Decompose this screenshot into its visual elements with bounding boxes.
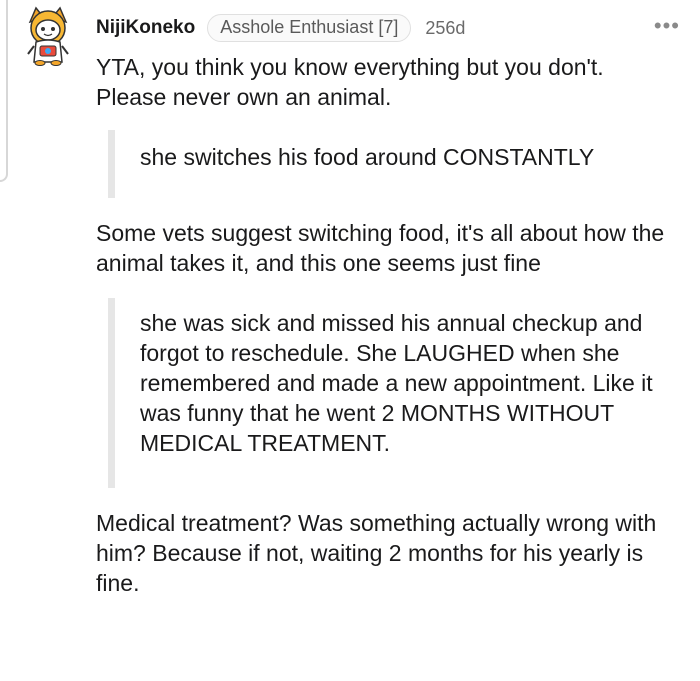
user-flair: Asshole Enthusiast [7] <box>207 14 412 42</box>
quote-text: she was sick and missed his annual check… <box>140 310 653 456</box>
blockquote: she switches his food around CONSTANTLY <box>108 130 680 198</box>
username[interactable]: NijiKoneko <box>96 17 195 39</box>
thread-line[interactable] <box>0 0 8 182</box>
comment-paragraph: YTA, you think you know everything but y… <box>96 54 604 110</box>
cat-snoo-avatar-icon <box>27 6 69 66</box>
more-options-icon[interactable]: ••• <box>654 15 680 37</box>
user-avatar[interactable] <box>22 6 74 66</box>
comment-body: YTA, you think you know everything but y… <box>96 52 680 598</box>
comment-age: 256d <box>425 17 466 38</box>
blockquote: she was sick and missed his annual check… <box>108 298 680 488</box>
comment-paragraph: Medical treatment? Was something actuall… <box>96 510 657 596</box>
comment-header: NijiKoneko Asshole Enthusiast [7] 256d •… <box>96 12 680 44</box>
quote-text: she switches his food around CONSTANTLY <box>140 144 595 170</box>
comment-paragraph: Some vets suggest switching food, it's a… <box>96 220 665 276</box>
